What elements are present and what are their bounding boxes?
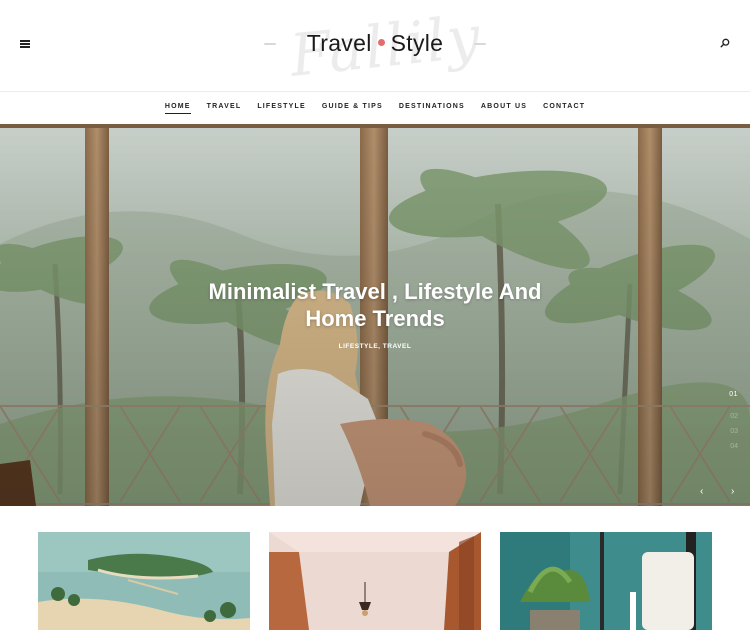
- nav-item-lifestyle[interactable]: LIFESTYLE: [257, 103, 306, 113]
- search-icon[interactable]: [720, 38, 730, 48]
- site-logo[interactable]: Fallily Travel Style: [250, 2, 500, 90]
- hero-title[interactable]: Minimalist Travel , Lifestyle And Home T…: [150, 278, 600, 332]
- hero-categories[interactable]: LIFESTYLE, TRAVEL: [150, 343, 600, 350]
- logo-text: Travel Style: [250, 30, 500, 57]
- slide-counter-others: 02 03 04: [730, 409, 738, 454]
- chevron-left-icon[interactable]: ‹: [700, 486, 703, 497]
- nav-item-about-us[interactable]: ABOUT US: [481, 103, 527, 113]
- hero-title-line1: Minimalist Travel , Lifestyle And: [208, 279, 542, 304]
- nav-item-travel[interactable]: TRAVEL: [207, 103, 242, 113]
- hero-title-line2: Home Trends: [305, 306, 445, 331]
- site-header: Fallily Travel Style: [0, 0, 750, 92]
- hero-slider[interactable]: Minimalist Travel , Lifestyle And Home T…: [0, 124, 750, 506]
- post-card-1[interactable]: [38, 532, 250, 630]
- hamburger-icon[interactable]: [20, 40, 30, 48]
- tropical-island-image: [38, 532, 250, 630]
- post-card-3[interactable]: [500, 532, 712, 630]
- slide-counter-current[interactable]: 01: [729, 391, 738, 398]
- slide-counter-02[interactable]: 02: [730, 409, 738, 424]
- logo-dot-icon: [377, 39, 385, 47]
- interior-ceiling-image: [269, 532, 481, 630]
- nav-item-guide-tips[interactable]: GUIDE & TIPS: [322, 103, 383, 113]
- plant-and-candle-image: [500, 532, 712, 630]
- nav-item-destinations[interactable]: DESTINATIONS: [399, 103, 465, 113]
- chevron-right-icon[interactable]: ›: [731, 486, 734, 497]
- slide-counter-04[interactable]: 04: [730, 439, 738, 454]
- logo-word-style: Style: [390, 30, 444, 56]
- slide-counter-03[interactable]: 03: [730, 424, 738, 439]
- nav-item-home[interactable]: HOME: [164, 103, 191, 114]
- logo-word-travel: Travel: [306, 30, 372, 56]
- main-nav: HOME TRAVEL LIFESTYLE GUIDE & TIPS DESTI…: [0, 92, 750, 124]
- nav-item-contact[interactable]: CONTACT: [543, 103, 585, 113]
- post-card-2[interactable]: [269, 532, 481, 630]
